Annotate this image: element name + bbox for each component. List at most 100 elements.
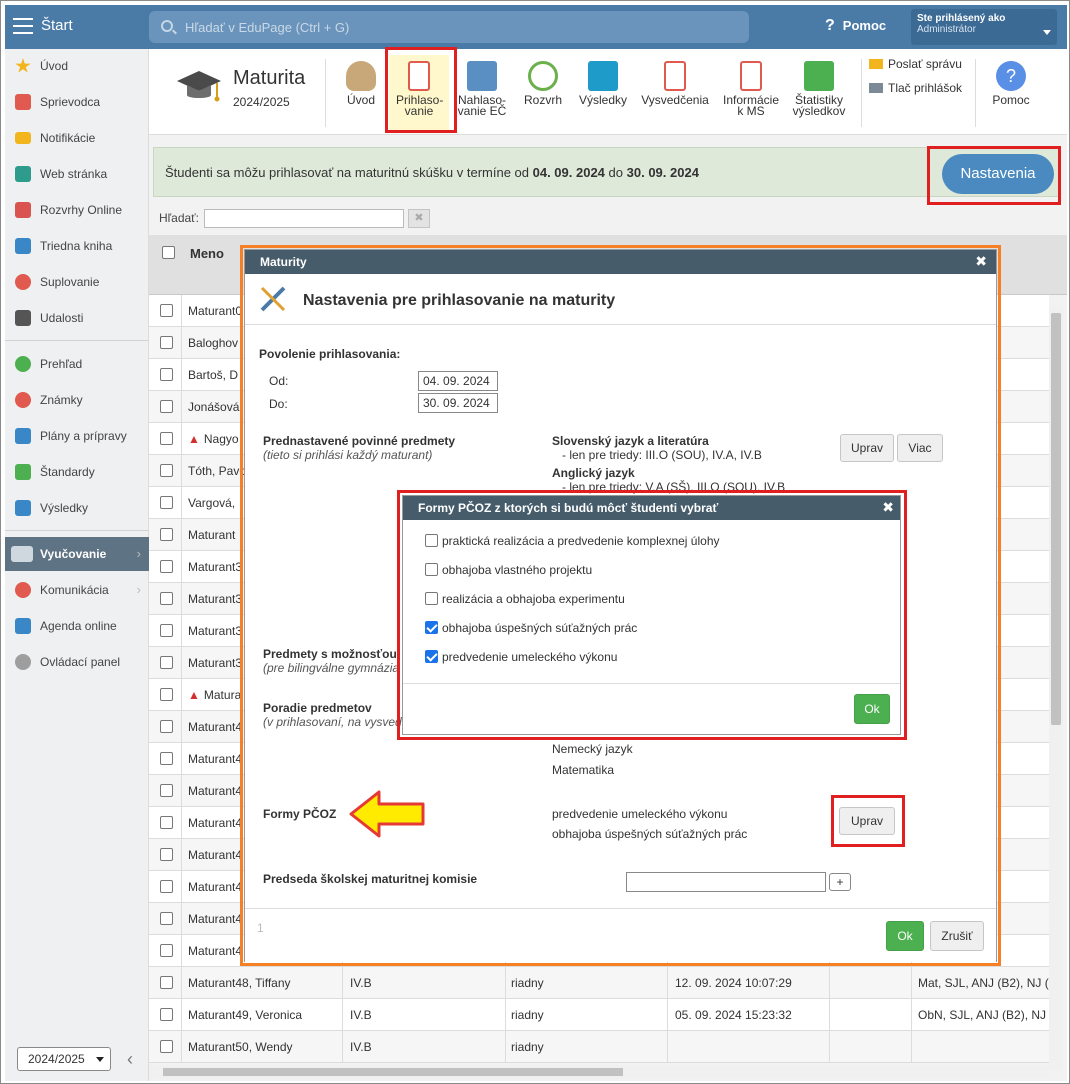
clear-search-button[interactable]: ✖ xyxy=(408,209,430,228)
horizontal-scrollbar[interactable] xyxy=(149,1065,1049,1079)
sidebar-item-sprievodca[interactable]: Sprievodca xyxy=(5,85,149,119)
row-checkbox[interactable] xyxy=(160,496,173,509)
sidebar-item-suplovanie[interactable]: Suplovanie xyxy=(5,265,149,299)
table-search-input[interactable] xyxy=(204,209,404,228)
highlight-prihlasovanie xyxy=(385,47,457,133)
document-icon xyxy=(740,61,762,91)
row-checkbox[interactable] xyxy=(160,1008,173,1021)
student-name-text: Maturant48, Tiffany xyxy=(188,976,291,990)
sidebar-label: Sprievodca xyxy=(40,95,101,109)
row-checkbox[interactable] xyxy=(160,688,173,701)
sidebar-item-komunikacia[interactable]: Komunikácia › xyxy=(5,573,149,607)
select-all-checkbox[interactable] xyxy=(162,246,175,259)
column-divider xyxy=(181,903,182,935)
row-checkbox[interactable] xyxy=(160,1040,173,1053)
sidebar-item-vyucovanie[interactable]: Vyučovanie › xyxy=(5,537,149,571)
row-checkbox[interactable] xyxy=(160,560,173,573)
toolbar-help[interactable]: ? Pomoc xyxy=(985,55,1037,131)
row-checkbox[interactable] xyxy=(160,432,173,445)
column-header-name: Meno xyxy=(190,246,224,261)
chat-icon xyxy=(15,582,31,598)
toolbar-nahlasovanie[interactable]: Nahlaso-vanie EČ xyxy=(453,55,511,131)
row-checkbox[interactable] xyxy=(160,368,173,381)
column-divider xyxy=(181,839,182,871)
student-name: Bartoš, D xyxy=(188,368,238,382)
sidebar-item-plany[interactable]: Plány a prípravy xyxy=(5,419,149,453)
year-select[interactable]: 2024/2025 xyxy=(17,1047,111,1071)
toolbar-label: Nahlaso-vanie EČ xyxy=(457,93,507,118)
vertical-scrollbar[interactable] xyxy=(1049,307,1063,1071)
table-row[interactable]: Maturant49, Veronica IV.B riadny 05. 09. 20… xyxy=(149,999,1049,1031)
row-checkbox[interactable] xyxy=(160,624,173,637)
sidebar-item-ovladaci-panel[interactable]: Ovládací panel xyxy=(5,645,149,679)
sidebar-item-udalosti[interactable]: Udalosti xyxy=(5,301,149,335)
column-divider xyxy=(181,359,182,391)
column-divider xyxy=(181,551,182,583)
open-book-icon xyxy=(11,546,33,562)
sidebar-item-prehlad[interactable]: Prehľad xyxy=(5,347,149,381)
sidebar-item-rozvrhy[interactable]: Rozvrhy Online xyxy=(5,193,149,227)
row-checkbox[interactable] xyxy=(160,880,173,893)
column-divider xyxy=(911,1031,912,1063)
date-cell: 05. 09. 2024 15:23:32 xyxy=(675,1008,792,1022)
toolbar-divider xyxy=(975,59,976,127)
start-link[interactable]: Štart xyxy=(41,17,73,34)
column-divider xyxy=(181,679,182,711)
row-checkbox[interactable] xyxy=(160,304,173,317)
row-checkbox[interactable] xyxy=(160,336,173,349)
toolbar-rozvrh[interactable]: Rozvrh xyxy=(515,55,571,131)
home-icon xyxy=(15,166,31,182)
student-name: Maturant4 xyxy=(188,720,242,734)
sidebar-item-vysledky[interactable]: Výsledky xyxy=(5,491,149,525)
wand-icon xyxy=(15,94,31,110)
help-link[interactable]: ? Pomoc xyxy=(825,17,886,35)
row-checkbox[interactable] xyxy=(160,784,173,797)
table-row[interactable]: Maturant50, Wendy IV.B riadny xyxy=(149,1031,1049,1063)
collapse-sidebar-icon[interactable]: ‹ xyxy=(127,1049,133,1070)
row-checkbox[interactable] xyxy=(160,592,173,605)
scroll-thumb[interactable] xyxy=(1051,313,1061,725)
toolbar-uvod[interactable]: Úvod xyxy=(335,55,387,131)
row-checkbox[interactable] xyxy=(160,816,173,829)
send-message-link[interactable]: Poslať správu xyxy=(869,57,962,71)
row-checkbox[interactable] xyxy=(160,720,173,733)
column-divider xyxy=(342,1031,343,1063)
toolbar-label: Pomoc xyxy=(992,93,1030,107)
sidebar-item-standardy[interactable]: Štandardy xyxy=(5,455,149,489)
column-divider xyxy=(181,423,182,455)
type-cell: riadny xyxy=(511,1040,544,1054)
sidebar-item-triedna-kniha[interactable]: Triedna kniha xyxy=(5,229,149,263)
scroll-thumb[interactable] xyxy=(163,1068,623,1076)
search-input[interactable]: Hľadať v EduPage (Ctrl + G) xyxy=(149,11,749,43)
row-checkbox[interactable] xyxy=(160,464,173,477)
row-checkbox[interactable] xyxy=(160,976,173,989)
toolbar-vysvedcenia[interactable]: Vysvedčenia xyxy=(635,55,715,131)
sidebar-item-web[interactable]: Web stránka xyxy=(5,157,149,191)
sidebar-item-uvod[interactable]: Úvod xyxy=(5,49,149,83)
row-checkbox[interactable] xyxy=(160,528,173,541)
row-checkbox[interactable] xyxy=(160,912,173,925)
info-banner: Študenti sa môžu prihlasovať na maturitn… xyxy=(153,147,1061,197)
row-checkbox[interactable] xyxy=(160,656,173,669)
table-row[interactable]: Maturant48, Tiffany IV.B riadny 12. 09. 202… xyxy=(149,967,1049,999)
user-menu[interactable]: Ste prihlásený ako Administrátor xyxy=(911,9,1057,45)
sidebar-item-znamky[interactable]: Známky xyxy=(5,383,149,417)
pen-icon xyxy=(15,618,31,634)
class-cell: IV.B xyxy=(350,1008,372,1022)
sidebar-label: Vyučovanie xyxy=(40,547,107,561)
row-checkbox[interactable] xyxy=(160,944,173,957)
student-name: Maturant4 xyxy=(188,816,242,830)
toolbar-vysledky[interactable]: Výsledky xyxy=(573,55,633,131)
sidebar-item-notifikacie[interactable]: Notifikácie xyxy=(5,121,149,155)
sidebar-item-agenda[interactable]: Agenda online xyxy=(5,609,149,643)
toolbar-statistiky[interactable]: Štatistiky výsledkov xyxy=(787,55,851,131)
print-link[interactable]: Tlač prihlášok xyxy=(869,81,962,95)
row-checkbox[interactable] xyxy=(160,752,173,765)
student-name: Maturant3 xyxy=(188,656,242,670)
row-checkbox[interactable] xyxy=(160,848,173,861)
banner-text-mid: do xyxy=(608,165,624,180)
sidebar-label: Rozvrhy Online xyxy=(40,203,123,217)
menu-icon[interactable] xyxy=(13,18,33,34)
row-checkbox[interactable] xyxy=(160,400,173,413)
toolbar-informacie[interactable]: Informácie k MS xyxy=(717,55,785,131)
